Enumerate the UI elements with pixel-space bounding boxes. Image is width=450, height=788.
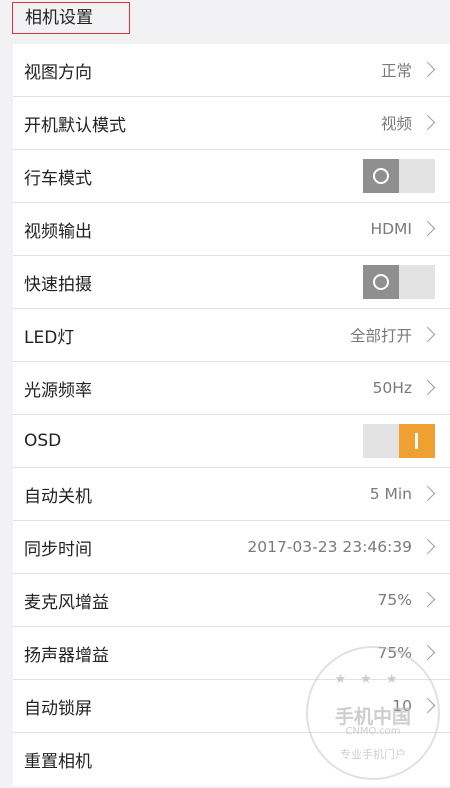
chevron-right-icon — [419, 114, 436, 131]
setting-value: 75% — [377, 644, 412, 662]
setting-label: OSD — [24, 431, 62, 451]
setting-label: 重置相机 — [24, 752, 92, 772]
setting-value: 50Hz — [372, 379, 412, 397]
setting-value: 正常 — [380, 62, 412, 80]
setting-label: 自动关机 — [24, 486, 92, 507]
header: 相机设置 — [0, 0, 450, 44]
setting-label: 光源频率 — [24, 380, 92, 401]
osd-toggle[interactable] — [363, 424, 435, 458]
setting-value: 全部打开 — [349, 327, 412, 345]
chevron-right-icon — [419, 326, 436, 343]
setting-value: 5 Min — [369, 485, 412, 503]
setting-label: 麦克风增益 — [24, 592, 109, 613]
setting-value: HDMI — [370, 220, 412, 238]
setting-label: LED灯 — [24, 327, 75, 348]
driving-mode-toggle[interactable] — [363, 159, 435, 193]
setting-label: 自动锁屏 — [24, 698, 92, 719]
setting-value: 10 — [392, 697, 412, 715]
toggle-knob — [363, 159, 399, 193]
setting-sync-time[interactable]: 同步时间 2017-03-23 23:46:39 — [13, 521, 450, 574]
setting-reset-camera[interactable]: 重置相机 — [13, 733, 450, 786]
chevron-right-icon — [419, 220, 436, 237]
setting-value: 视频 — [380, 115, 412, 133]
chevron-right-icon — [419, 697, 436, 714]
setting-label: 视图方向 — [24, 62, 92, 83]
settings-list: 视图方向 正常 开机默认模式 视频 行车模式 视频输出 HDMI 快速拍摄 LE… — [13, 44, 450, 786]
setting-label: 行车模式 — [24, 168, 92, 189]
setting-speaker-gain[interactable]: 扬声器增益 75% — [13, 627, 450, 680]
setting-value: 2017-03-23 23:46:39 — [247, 538, 412, 556]
toggle-knob — [363, 265, 399, 299]
chevron-right-icon — [419, 61, 436, 78]
setting-default-mode[interactable]: 开机默认模式 视频 — [13, 97, 450, 150]
setting-label: 视频输出 — [24, 221, 92, 242]
page-title: 相机设置 — [12, 2, 130, 34]
setting-led-light[interactable]: LED灯 全部打开 — [13, 309, 450, 362]
setting-view-orientation[interactable]: 视图方向 正常 — [13, 44, 450, 97]
setting-light-frequency[interactable]: 光源频率 50Hz — [13, 362, 450, 415]
setting-driving-mode: 行车模式 — [13, 150, 450, 203]
chevron-right-icon — [419, 379, 436, 396]
setting-auto-lock[interactable]: 自动锁屏 10 — [13, 680, 450, 733]
setting-label: 扬声器增益 — [24, 645, 109, 666]
chevron-right-icon — [419, 591, 436, 608]
setting-quick-capture: 快速拍摄 — [13, 256, 450, 309]
setting-label: 快速拍摄 — [24, 274, 92, 295]
setting-value: 75% — [377, 591, 412, 609]
setting-video-output[interactable]: 视频输出 HDMI — [13, 203, 450, 256]
setting-label: 同步时间 — [24, 539, 92, 560]
chevron-right-icon — [419, 644, 436, 661]
chevron-right-icon — [419, 538, 436, 555]
toggle-knob — [399, 424, 435, 458]
setting-osd: OSD — [13, 415, 450, 468]
setting-mic-gain[interactable]: 麦克风增益 75% — [13, 574, 450, 627]
setting-auto-power-off[interactable]: 自动关机 5 Min — [13, 468, 450, 521]
quick-capture-toggle[interactable] — [363, 265, 435, 299]
setting-label: 开机默认模式 — [24, 115, 126, 136]
chevron-right-icon — [419, 485, 436, 502]
